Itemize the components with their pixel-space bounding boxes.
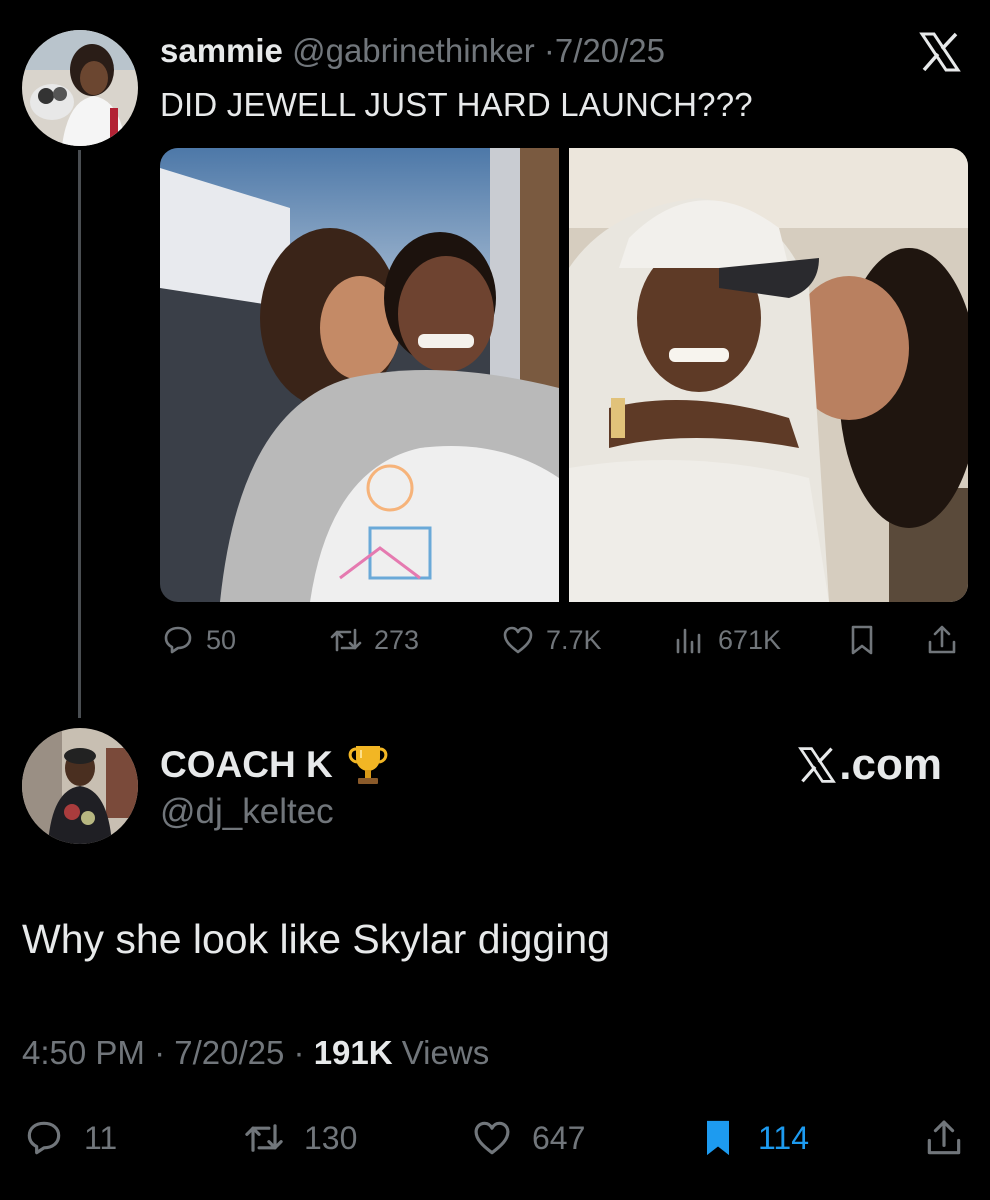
media-photo-2[interactable] <box>569 148 968 602</box>
like-icon <box>503 626 533 654</box>
bookmark-button[interactable] <box>844 622 880 658</box>
reply-user-handle[interactable]: @dj_keltec <box>160 792 334 832</box>
retweet-count: 273 <box>374 624 420 655</box>
like-button[interactable]: 647 <box>470 1116 585 1160</box>
thread-line <box>78 150 81 718</box>
reply-user-name[interactable]: COACH K <box>160 744 333 786</box>
tweet-time[interactable]: 4:50 PM <box>22 1034 145 1071</box>
separator-dot: · <box>293 1034 305 1071</box>
like-count: 647 <box>532 1119 586 1156</box>
views-count: 671K <box>718 624 782 655</box>
views-icon <box>676 628 701 654</box>
share-button[interactable] <box>924 622 960 658</box>
x-logo-icon <box>918 30 962 74</box>
like-count: 7.7K <box>546 624 602 655</box>
views-button[interactable]: 671K <box>672 622 781 658</box>
tweet-date[interactable]: 7/20/25 <box>174 1034 284 1071</box>
reply-count: 11 <box>84 1119 118 1156</box>
quoted-tweet-header: sammie @gabrinethinker ·7/20/25 <box>160 32 665 70</box>
bookmark-filled-icon <box>707 1120 729 1156</box>
avatar-reply-user[interactable] <box>22 728 138 844</box>
reply-button[interactable]: 50 <box>160 622 236 658</box>
media-photo-1[interactable] <box>160 148 559 602</box>
retweet-count: 130 <box>304 1119 358 1156</box>
quoted-tweet-date[interactable]: 7/20/25 <box>555 32 665 69</box>
reply-user-name-row: COACH K <box>160 740 393 790</box>
bookmark-icon <box>851 625 873 655</box>
avatar-quoted-user[interactable] <box>22 30 138 146</box>
reply-tweet-meta: 4:50 PM · 7/20/25 · 191K Views <box>22 1034 489 1072</box>
quoted-tweet-actions: 50 273 7.7K 671K <box>160 622 968 670</box>
reply-button[interactable]: 11 <box>22 1116 117 1160</box>
x-logo-icon <box>798 747 837 783</box>
x-com-label: .com <box>839 740 942 789</box>
like-icon <box>474 1121 510 1155</box>
like-button[interactable]: 7.7K <box>500 622 602 658</box>
retweet-icon <box>245 1124 283 1152</box>
retweet-button[interactable]: 130 <box>242 1116 357 1160</box>
quoted-tweet-text: DID JEWELL JUST HARD LAUNCH??? <box>160 86 753 123</box>
separator-dot: · <box>154 1034 166 1071</box>
separator-dot: · <box>543 32 555 69</box>
quoted-user-name[interactable]: sammie <box>160 32 283 69</box>
tweet-views-count: 191K <box>313 1034 393 1071</box>
tweet-views-label: Views <box>401 1034 490 1071</box>
share-icon <box>928 625 956 654</box>
trophy-icon <box>348 746 388 784</box>
tweet-media <box>160 148 968 602</box>
quoted-user-handle[interactable]: @gabrinethinker <box>292 32 535 69</box>
retweet-icon <box>330 628 362 652</box>
reply-tweet-actions: 11 130 647 114 <box>22 1116 970 1166</box>
share-icon <box>927 1120 961 1155</box>
reply-icon <box>164 626 192 654</box>
reply-icon <box>27 1121 61 1155</box>
retweet-button[interactable]: 273 <box>328 622 419 658</box>
reply-count: 50 <box>206 624 237 655</box>
share-button[interactable] <box>922 1116 966 1160</box>
reply-tweet-text: Why she look like Skylar digging <box>22 916 610 962</box>
bookmark-count: 114 <box>758 1119 810 1156</box>
bookmark-button[interactable]: 114 <box>696 1116 809 1160</box>
x-com-watermark: .com <box>797 740 942 790</box>
